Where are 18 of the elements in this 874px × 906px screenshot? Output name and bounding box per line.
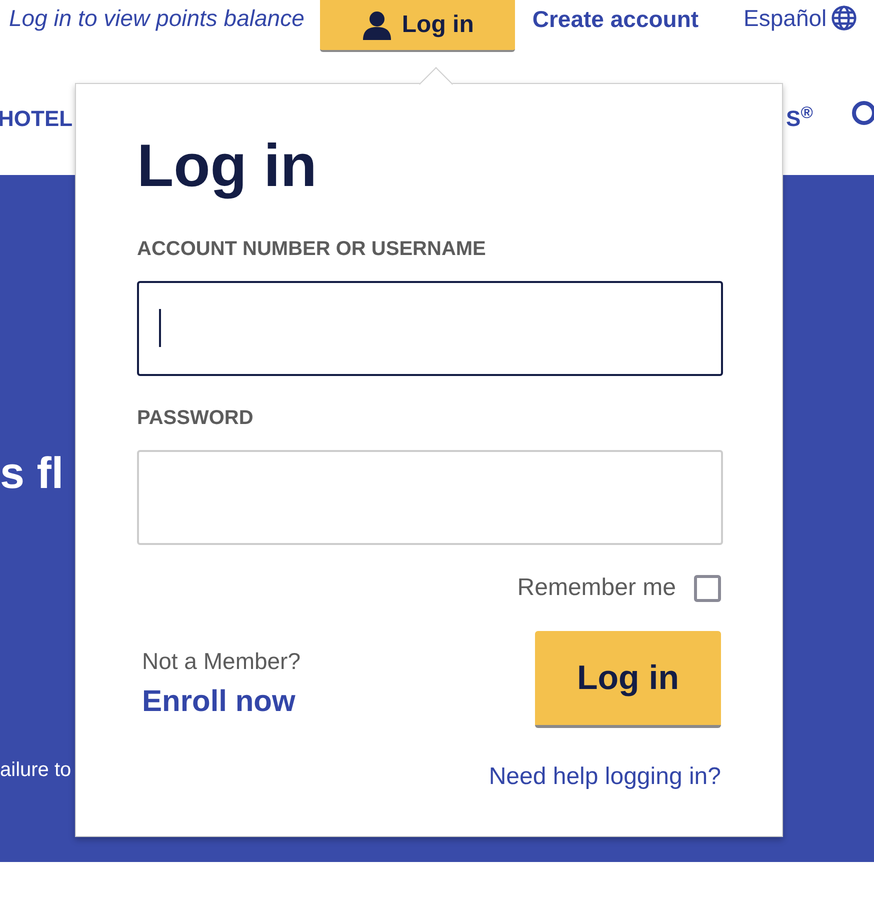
- globe-icon: [830, 4, 857, 32]
- remember-me-checkbox[interactable]: [694, 574, 721, 602]
- remember-me-label: Remember me: [517, 573, 676, 603]
- points-balance-link[interactable]: Log in to view points balance: [9, 1, 304, 36]
- login-submit-button[interactable]: Log in: [535, 631, 721, 728]
- field-label: PASSWORD: [137, 406, 254, 431]
- hero-note: ailure to: [0, 758, 72, 783]
- nav-link[interactable]: S$^{®}$: [786, 102, 813, 135]
- create-account-link[interactable]: Create account: [532, 2, 699, 36]
- user-icon: [362, 10, 392, 40]
- hero-headline: s fl: [0, 448, 64, 500]
- login-button[interactable]: Log in: [320, 0, 516, 52]
- field-label: ACCOUNT NUMBER OR USERNAME: [137, 237, 487, 262]
- member-prompt: Not a Member?: [142, 647, 301, 676]
- enroll-link[interactable]: Enroll now: [142, 684, 296, 718]
- help-link[interactable]: Need help logging in?: [137, 759, 721, 795]
- language-link[interactable]: Español: [744, 1, 857, 36]
- input-field[interactable]: [137, 281, 723, 376]
